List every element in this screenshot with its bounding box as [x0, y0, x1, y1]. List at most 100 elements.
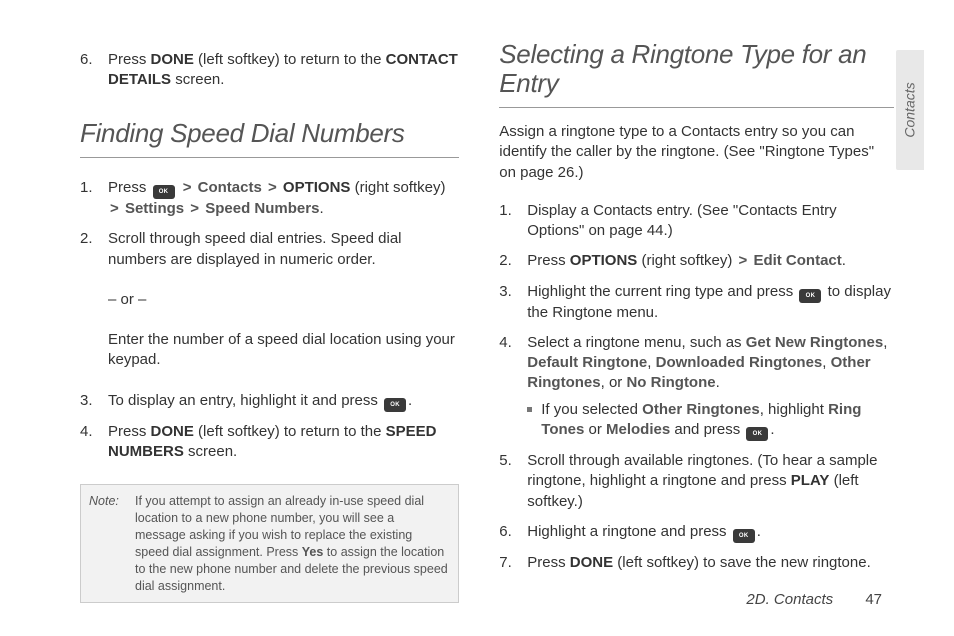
note-box: Note: If you attempt to assign an alread…: [80, 484, 459, 603]
step-1: 1. Display a Contacts entry. (See "Conta…: [517, 201, 894, 242]
step-3: 3. Highlight the current ring type and p…: [517, 282, 894, 323]
gt-icon: >: [181, 179, 194, 196]
bold: Downloaded Ringtones: [656, 354, 823, 371]
text: .: [842, 252, 846, 269]
step-6: 6. Highlight a ringtone and press .: [517, 522, 894, 543]
text: .: [319, 200, 323, 217]
bold: DONE: [151, 51, 194, 68]
bold: DONE: [151, 423, 194, 440]
step-5: 5. Scroll through available ringtones. (…: [517, 451, 894, 512]
sub-bullet: If you selected Other Ringtones, highlig…: [527, 400, 894, 441]
step-number: 4.: [80, 422, 93, 442]
bold: Yes: [302, 545, 324, 559]
page: 6. Press DONE (left softkey) to return t…: [0, 0, 954, 636]
side-tab-label: Contacts: [902, 82, 918, 137]
bold: Other Ringtones: [642, 401, 760, 418]
step-number: 3.: [80, 391, 93, 411]
ringtone-steps: 1. Display a Contacts entry. (See "Conta…: [499, 191, 894, 583]
intro-paragraph: Assign a ringtone type to a Contacts ent…: [499, 122, 894, 183]
gt-icon: >: [737, 252, 750, 269]
bold: Contacts: [198, 179, 262, 196]
step-2: 2. Press OPTIONS (right softkey) > Edit …: [517, 251, 894, 271]
text: Press: [527, 252, 570, 269]
text: .: [716, 374, 720, 391]
text: .: [408, 392, 412, 409]
speed-dial-steps-cont: 3. To display an entry, highlight it and…: [80, 381, 459, 473]
step-4: 4. Press DONE (left softkey) to return t…: [98, 422, 459, 463]
text: Press: [527, 554, 570, 571]
text: Highlight the current ring type and pres…: [527, 283, 797, 300]
text: .: [757, 523, 761, 540]
gt-icon: >: [188, 200, 201, 217]
note-label: Note:: [89, 493, 119, 510]
bold: Get New Ringtones: [746, 334, 884, 351]
text: screen.: [184, 443, 237, 460]
text: Press: [108, 51, 151, 68]
step-7: 7. Press DONE (left softkey) to save the…: [517, 553, 894, 573]
bold: DONE: [570, 554, 613, 571]
bold: Speed Numbers: [205, 200, 319, 217]
text: Press: [108, 423, 151, 440]
step-1: 1. Press > Contacts > OPTIONS (right sof…: [98, 178, 459, 219]
text: screen.: [171, 71, 224, 88]
right-column: Selecting a Ringtone Type for an Entry A…: [499, 40, 894, 606]
text: To display an entry, highlight it and pr…: [108, 392, 382, 409]
text: (left softkey) to return to the: [194, 423, 386, 440]
footer-page-number: 47: [865, 591, 882, 608]
page-footer: 2D. Contacts 47: [746, 591, 882, 608]
step-number: 2.: [80, 229, 93, 249]
ok-key-icon: [733, 529, 755, 543]
text: (right softkey): [350, 179, 445, 196]
ok-key-icon: [799, 289, 821, 303]
text: Scroll through speed dial entries. Speed…: [108, 230, 402, 267]
bold: Default Ringtone: [527, 354, 647, 371]
heading-finding-speed-dial: Finding Speed Dial Numbers: [80, 119, 459, 148]
side-tab-contacts: Contacts: [896, 50, 924, 170]
ok-key-icon: [746, 427, 768, 441]
or-text: Enter the number of a speed dial locatio…: [108, 330, 459, 371]
text: and press: [670, 421, 744, 438]
heading-rule: [80, 157, 459, 158]
step-number: 1.: [80, 178, 93, 198]
gt-icon: >: [266, 179, 279, 196]
step-number: 3.: [499, 282, 512, 302]
bold: OPTIONS: [283, 179, 351, 196]
step-number: 7.: [499, 553, 512, 573]
step-number: 5.: [499, 451, 512, 471]
left-column: 6. Press DONE (left softkey) to return t…: [80, 40, 459, 606]
text: Display a Contacts entry. (See "Contacts…: [527, 202, 836, 239]
ok-key-icon: [153, 185, 175, 199]
text: ,: [822, 354, 830, 371]
gt-icon: >: [108, 200, 121, 217]
text: ,: [647, 354, 655, 371]
speed-dial-steps: 1. Press > Contacts > OPTIONS (right sof…: [80, 168, 459, 280]
prev-steps-list: 6. Press DONE (left softkey) to return t…: [80, 40, 459, 101]
bold: Settings: [125, 200, 184, 217]
text: ,: [883, 334, 887, 351]
step-4: 4. Select a ringtone menu, such as Get N…: [517, 333, 894, 441]
or-divider: – or –: [108, 290, 459, 310]
footer-chapter: 2D. Contacts: [746, 591, 833, 608]
text: or: [584, 421, 606, 438]
text: If you selected: [541, 401, 642, 418]
prev-step-6: 6. Press DONE (left softkey) to return t…: [98, 50, 459, 91]
text: , highlight: [760, 401, 828, 418]
text: (left softkey) to save the new ringtone.: [613, 554, 871, 571]
text: (right softkey): [637, 252, 736, 269]
heading-rule: [499, 107, 894, 108]
step-number: 1.: [499, 201, 512, 221]
bold: Edit Contact: [753, 252, 841, 269]
heading-ringtone-type: Selecting a Ringtone Type for an Entry: [499, 40, 894, 97]
text: Press: [108, 179, 151, 196]
ok-key-icon: [384, 398, 406, 412]
step-number: 2.: [499, 251, 512, 271]
bold: No Ringtone: [626, 374, 715, 391]
text: (left softkey) to return to the: [194, 51, 386, 68]
step-3: 3. To display an entry, highlight it and…: [98, 391, 459, 412]
text: .: [770, 421, 774, 438]
step-number: 6.: [80, 50, 93, 70]
text: Select a ringtone menu, such as: [527, 334, 745, 351]
bold: Melodies: [606, 421, 670, 438]
text: Highlight a ringtone and press: [527, 523, 730, 540]
step-number: 6.: [499, 522, 512, 542]
